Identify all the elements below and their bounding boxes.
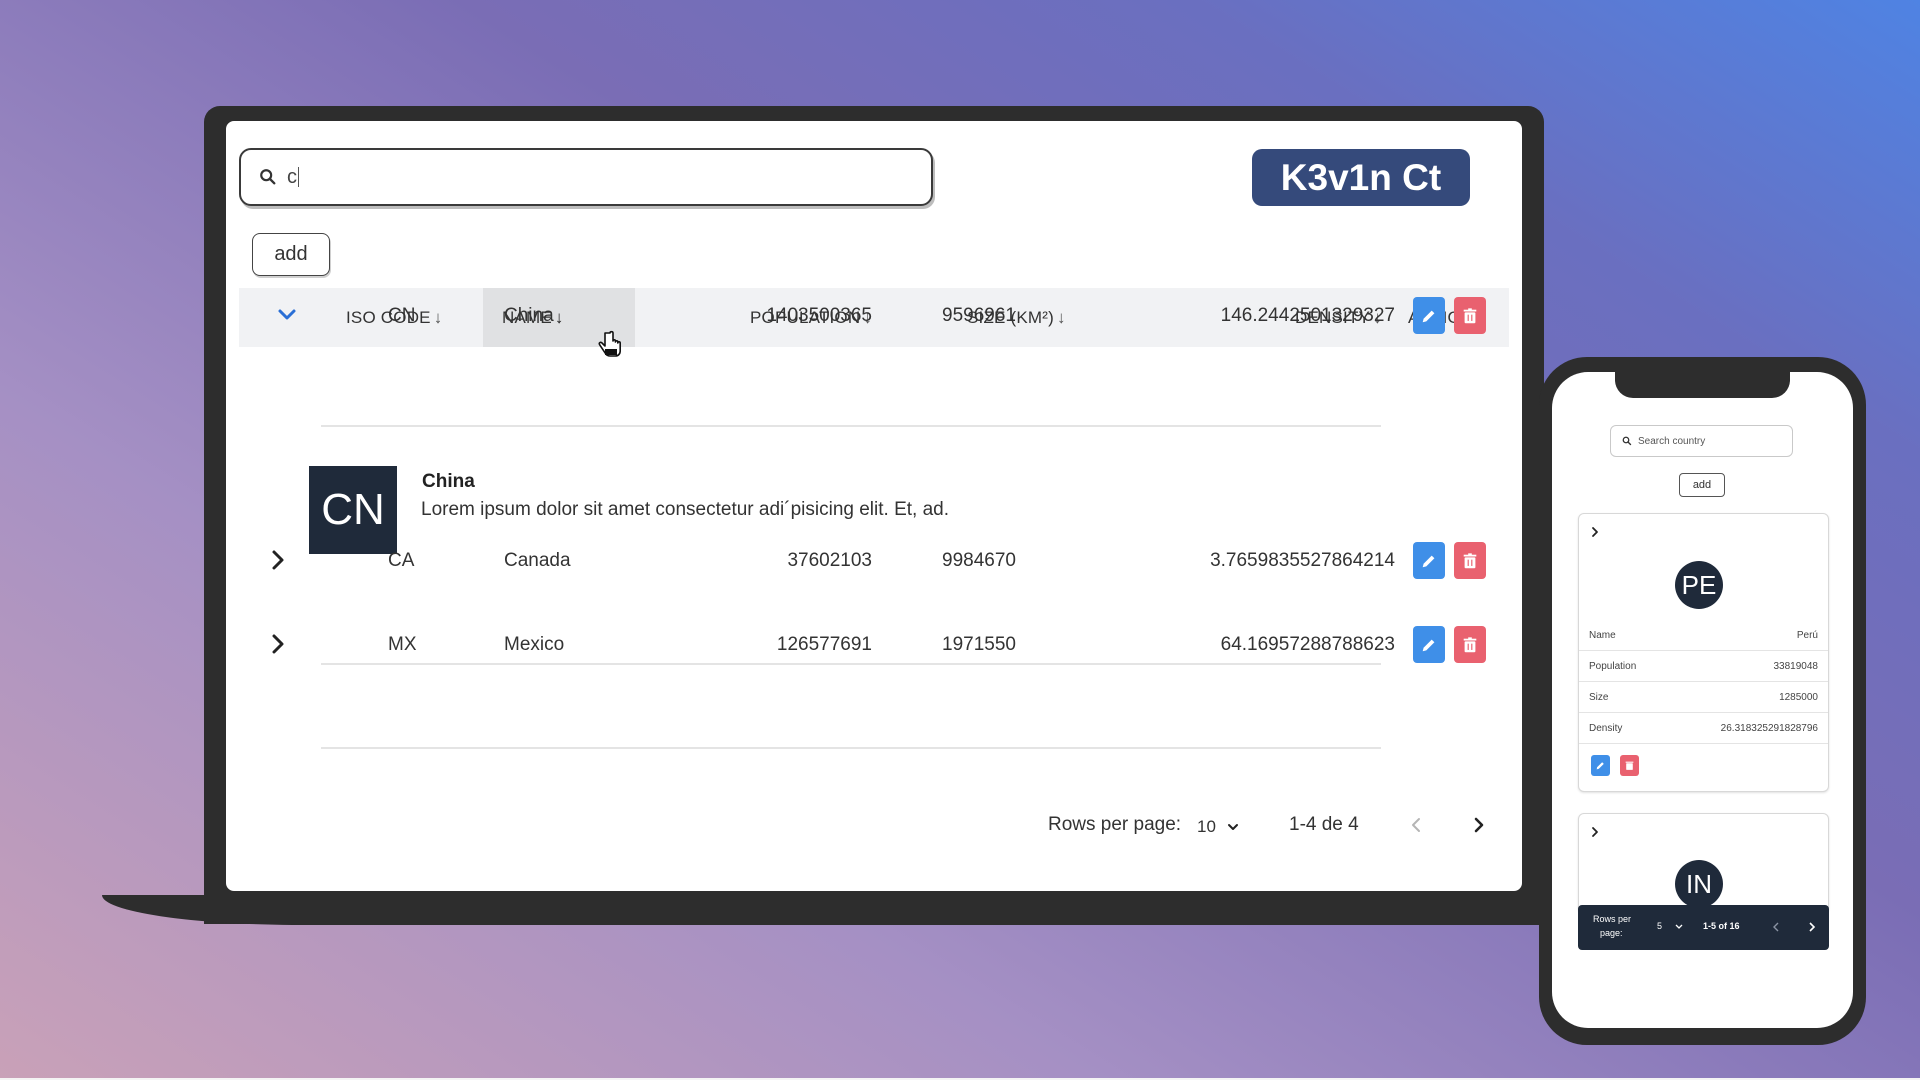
phone-add-button[interactable]: add <box>1679 473 1725 497</box>
trash-icon <box>1463 636 1477 652</box>
phone-delete-button[interactable] <box>1620 755 1639 776</box>
cell-density: 146.2442501329327 <box>1220 305 1395 326</box>
search-icon <box>260 169 276 185</box>
chevron-right-icon[interactable] <box>265 547 291 573</box>
table-row[interactable]: MX Mexico 126577691 1971550 64.169572887… <box>226 615 1522 675</box>
search-icon <box>1622 436 1632 446</box>
cell-name: Mexico <box>504 634 565 655</box>
phone-search-placeholder: Search country <box>1638 435 1706 447</box>
cell-name: China <box>504 305 554 326</box>
chevron-right-icon[interactable] <box>1589 526 1601 538</box>
phone-card-india: IN <box>1578 813 1829 913</box>
edit-button[interactable] <box>1413 297 1445 334</box>
delete-button[interactable] <box>1454 297 1486 334</box>
cell-size: 9984670 <box>942 550 1016 571</box>
search-value: c <box>287 165 299 188</box>
next-page-icon[interactable] <box>1470 816 1488 834</box>
detail-description: Lorem ipsum dolor sit amet consectetur a… <box>421 499 950 520</box>
phone-rows-per-page-select[interactable]: 5 <box>1657 921 1662 931</box>
cell-size: 1971550 <box>942 634 1016 655</box>
phone-pagination: Rows per page: 5 1-5 of 16 <box>1578 905 1829 950</box>
cell-iso: CN <box>388 305 416 326</box>
brand-badge: K3v1n Ct <box>1252 149 1470 206</box>
detail-title: China <box>422 471 475 492</box>
cell-name: Canada <box>504 550 571 571</box>
pencil-icon <box>1422 555 1435 567</box>
chevron-right-icon[interactable] <box>1589 826 1601 838</box>
chevron-right-icon[interactable] <box>265 631 291 657</box>
delete-button[interactable] <box>1454 626 1486 663</box>
delete-button[interactable] <box>1454 542 1486 579</box>
edit-button[interactable] <box>1413 542 1445 579</box>
phone-field-row: Density 26.318325291828796 <box>1579 713 1828 744</box>
cell-iso: MX <box>388 634 417 655</box>
chevron-down-icon <box>1675 924 1683 929</box>
phone-screen: Search country add PE Name Perú Populatio… <box>1552 372 1853 1028</box>
table-row[interactable]: CN China 1403500365 9596961 146.24425013… <box>226 286 1522 346</box>
table-row[interactable]: CA Canada 37602103 9984670 3.76598355278… <box>226 531 1522 591</box>
pencil-icon <box>1422 310 1435 322</box>
rows-per-page-select[interactable]: 10 <box>1197 807 1240 847</box>
phone-search-input[interactable]: Search country <box>1610 425 1793 457</box>
phone-card-peru: PE Name Perú Population 33819048 Size 12850… <box>1578 513 1829 792</box>
phone-edit-button[interactable] <box>1591 755 1610 776</box>
search-input[interactable]: c <box>239 148 933 206</box>
prev-page-icon[interactable] <box>1407 816 1425 834</box>
phone-card-avatar: PE <box>1675 561 1723 609</box>
cell-density: 64.16957288788623 <box>1220 634 1395 655</box>
trash-icon <box>1463 307 1477 323</box>
cell-density: 3.7659835527864214 <box>1210 550 1395 571</box>
laptop-screen: c K3v1n Ct add ISO CODE ↓ NAME ↓ POPULATIO… <box>226 121 1522 891</box>
phone-field-row: Size 1285000 <box>1579 682 1828 713</box>
phone-pagination-range: 1-5 of 16 <box>1703 921 1740 931</box>
laptop-base <box>102 895 1542 925</box>
phone-rows-label: Rows per <box>1593 914 1632 924</box>
next-page-icon[interactable] <box>1807 922 1817 932</box>
cell-population: 1403500365 <box>766 305 872 326</box>
add-button[interactable]: add <box>252 233 330 276</box>
phone-field-row: Population 33819048 <box>1579 651 1828 682</box>
chevron-down-icon <box>1227 824 1238 830</box>
phone-field-row: Name Perú <box>1579 620 1828 651</box>
pencil-icon <box>1422 639 1435 651</box>
pagination-range: 1-4 de 4 <box>1289 814 1359 835</box>
rows-per-page-label: Rows per page: <box>1048 814 1182 835</box>
phone-card-avatar: IN <box>1675 860 1723 908</box>
row-divider <box>321 747 1381 749</box>
cell-population: 37602103 <box>787 550 872 571</box>
phone-notch <box>1615 370 1790 398</box>
edit-button[interactable] <box>1413 626 1445 663</box>
chevron-down-icon[interactable] <box>274 302 300 328</box>
cell-population: 126577691 <box>776 634 872 655</box>
trash-icon <box>1463 552 1477 568</box>
trash-icon <box>1625 761 1634 770</box>
pencil-icon <box>1596 762 1604 770</box>
row-divider <box>321 425 1381 427</box>
cell-size: 9596961 <box>942 305 1016 326</box>
cell-iso: CA <box>388 550 415 571</box>
prev-page-icon[interactable] <box>1771 922 1781 932</box>
phone-rows-label: page: <box>1600 928 1623 938</box>
